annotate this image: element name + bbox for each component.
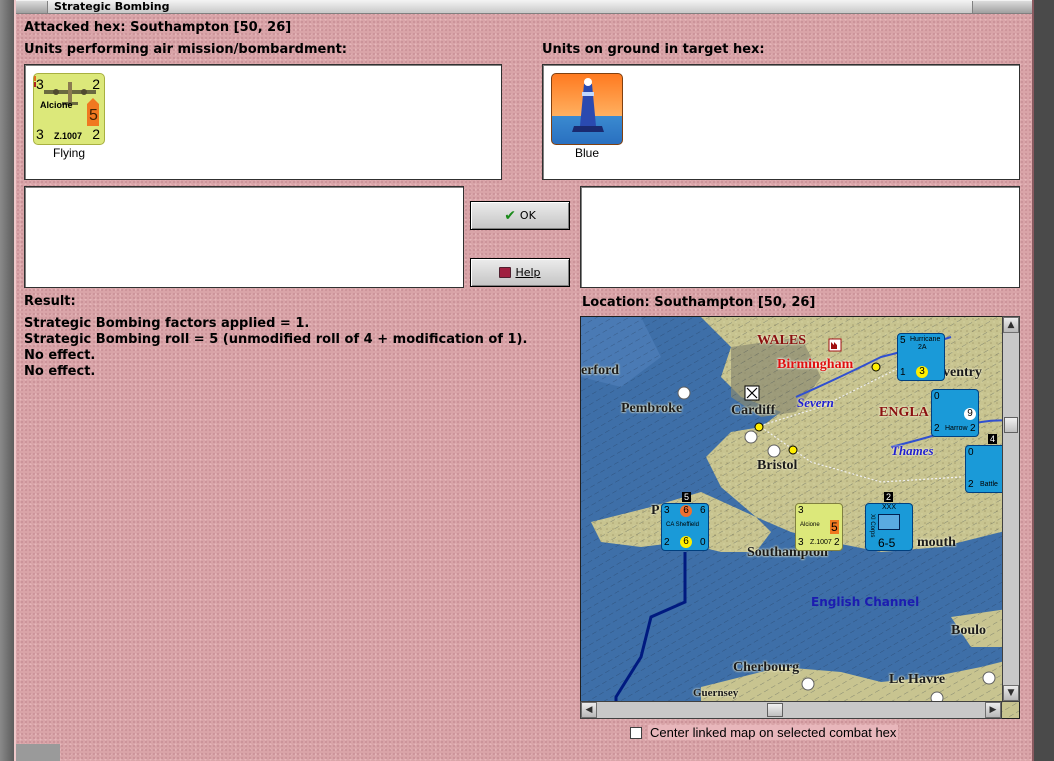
center-map-label: Center linked map on selected combat hex — [648, 725, 899, 740]
map-vertical-scrollbar[interactable]: ▲ ▼ — [1002, 316, 1020, 702]
unit-top-right-value: 2 — [92, 76, 100, 92]
linked-map-view[interactable]: WALES Birmingham ventry erford Pembroke … — [580, 316, 1020, 719]
window-title: Strategic Bombing — [54, 0, 170, 13]
attacker-details-panel — [24, 186, 464, 288]
help-button[interactable]: Help — [470, 258, 570, 287]
status-bar-stub — [16, 744, 60, 761]
help-book-icon — [499, 267, 512, 278]
map-label-english-channel: English Channel — [811, 595, 920, 609]
title-bar[interactable]: Strategic Bombing — [16, 0, 1032, 14]
map-label-wales: WALES — [757, 333, 807, 348]
result-label: Result: — [24, 294, 76, 309]
help-button-label: Help — [515, 266, 541, 279]
scroll-down-icon[interactable]: ▼ — [1003, 685, 1019, 701]
scroll-right-icon[interactable]: ▶ — [985, 702, 1001, 718]
defending-unit-counter[interactable] — [551, 73, 623, 145]
map-label-le-havre: Le Havre — [889, 672, 946, 687]
unit-bottom-left-value: 3 — [36, 126, 44, 142]
ok-button-label: OK — [519, 209, 536, 222]
result-line: Strategic Bombing factors applied = 1. — [24, 316, 310, 331]
map-label-cardiff: Cardiff — [731, 403, 776, 418]
vertical-scroll-thumb[interactable] — [1004, 417, 1018, 433]
attackers-label: Units performing air mission/bombardment… — [24, 42, 348, 57]
infantry-symbol-icon — [878, 514, 900, 530]
unit-top-left-value: 3 — [36, 76, 44, 92]
defender-details-panel — [580, 186, 1020, 288]
window-menu-button[interactable] — [16, 1, 48, 13]
attacking-units-panel: 3 2 Alcione 5 3 Z.1007 2 Flying — [24, 64, 502, 180]
map-label-portsmouth: mouth — [917, 535, 956, 550]
result-line: Strategic Bombing roll = 5 (unmodified r… — [24, 332, 528, 347]
defending-units-panel: Blue — [542, 64, 1020, 180]
background-strip-right — [1034, 0, 1054, 761]
window-controls[interactable] — [972, 1, 1032, 13]
result-line: No effect. — [24, 364, 96, 379]
map-label-thames: Thames — [891, 443, 934, 458]
attacking-unit-caption: Flying — [52, 146, 85, 160]
map-counter-sheffield[interactable]: 5 3 6 6 CA Sheffield 2 6 0 — [661, 492, 709, 551]
center-map-option[interactable]: Center linked map on selected combat hex — [630, 725, 899, 740]
center-map-checkbox[interactable] — [630, 726, 642, 739]
map-label-guernsey: Guernsey — [693, 687, 739, 699]
ok-button[interactable]: ✔ OK — [470, 201, 570, 230]
map-counter-hurricane[interactable]: 5 Hurricane 2A 1 3 — [897, 333, 945, 381]
checkmark-icon: ✔ — [504, 207, 516, 224]
map-counter-harrow[interactable]: 0 9 2 Harrow 2 — [931, 389, 979, 437]
attacked-hex-label: Attacked hex: Southampton [50, 26] — [24, 20, 292, 35]
map-label-boulogne: Boulo — [951, 623, 987, 638]
result-line: No effect. — [24, 348, 96, 363]
background-strip-left — [0, 0, 14, 761]
map-counter-corps[interactable]: 2 XXX XI Corps 6-5 — [865, 492, 913, 551]
scroll-left-icon[interactable]: ◀ — [581, 702, 597, 718]
unit-center-value: 5 — [89, 107, 98, 124]
map-label-severn: Severn — [797, 395, 834, 410]
strategic-bombing-dialog: Strategic Bombing Attacked hex: Southamp… — [14, 0, 1034, 761]
map-label-bristol: Bristol — [757, 458, 798, 473]
unit-model: Z.1007 — [54, 131, 83, 141]
defenders-label: Units on ground in target hex: — [542, 42, 765, 57]
scroll-up-icon[interactable]: ▲ — [1003, 317, 1019, 333]
map-label-cherbourg: Cherbourg — [733, 660, 800, 675]
result-text: Strategic Bombing factors applied = 1. S… — [24, 316, 527, 380]
defending-unit-caption: Blue — [574, 146, 600, 160]
unit-bottom-right-value: 2 — [92, 126, 100, 142]
attacking-unit-counter[interactable]: 3 2 Alcione 5 3 Z.1007 2 — [31, 68, 105, 145]
map-label-haverford: erford — [581, 363, 620, 378]
map-horizontal-scrollbar[interactable]: ◀ ▶ — [580, 701, 1002, 719]
map-label-coventry: ventry — [943, 365, 982, 380]
lighthouse-icon — [572, 78, 604, 132]
map-label-birmingham: Birmingham — [777, 357, 854, 372]
horizontal-scroll-thumb[interactable] — [767, 703, 783, 717]
map-counter-alcione[interactable]: 3 Alcione 5 3 Z.1007 2 — [795, 503, 843, 551]
unit-name: Alcione — [40, 100, 73, 110]
map-label-england: ENGLA — [879, 405, 929, 420]
map-label-pembroke: Pembroke — [621, 401, 683, 416]
location-label: Location: Southampton [50, 26] — [582, 295, 816, 310]
